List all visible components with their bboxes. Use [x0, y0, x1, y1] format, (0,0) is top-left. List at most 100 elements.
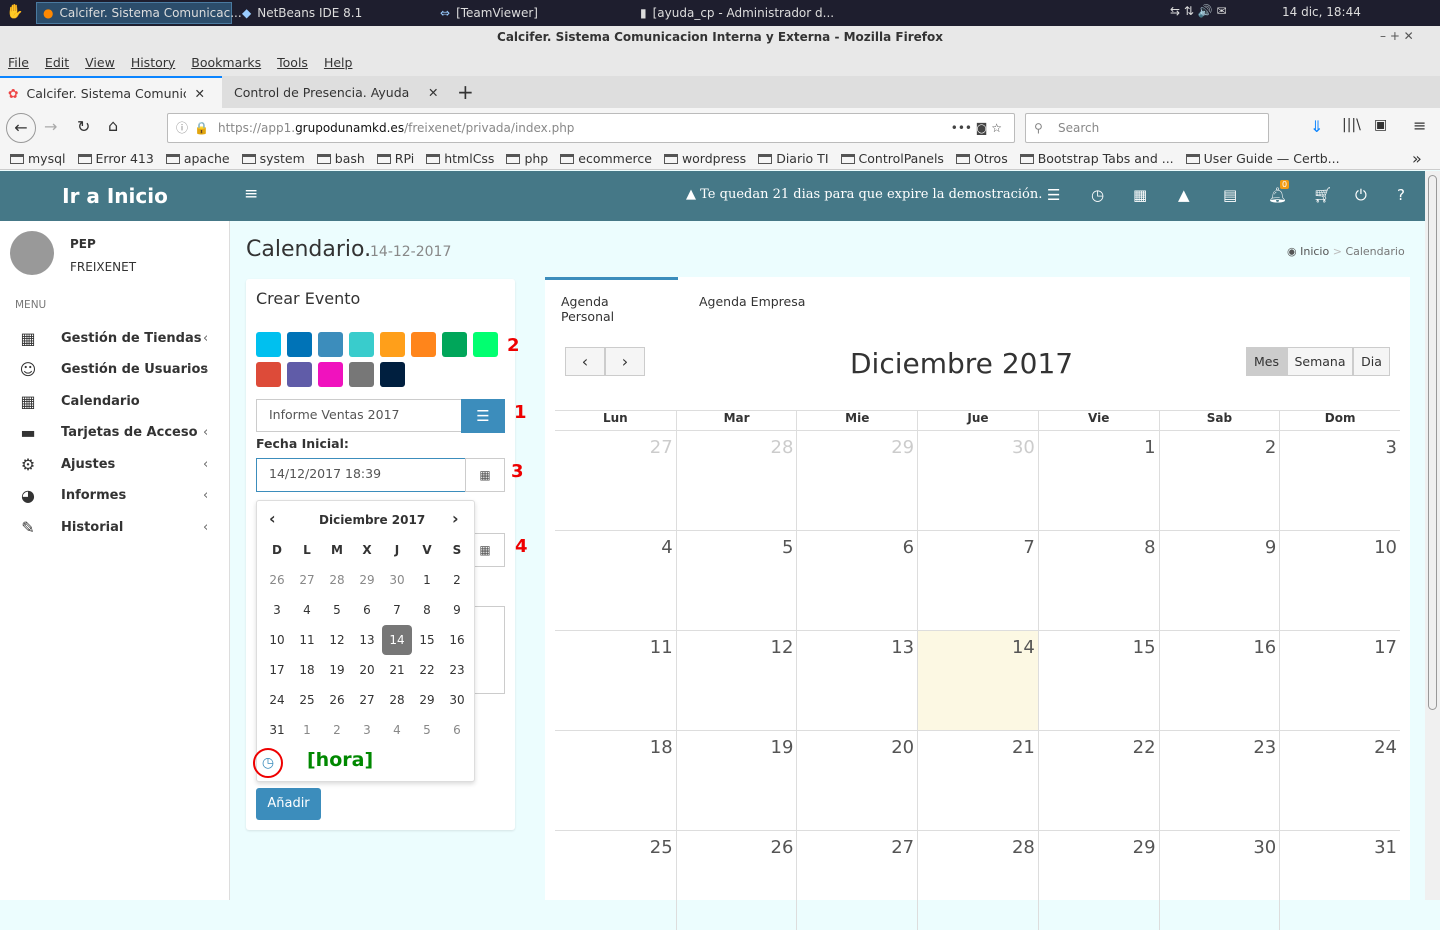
day-cell[interactable]: 22	[1037, 730, 1159, 830]
day-cell[interactable]: 29	[796, 430, 918, 530]
sidebar-item[interactable]: ☺ Gestión de Usuarios ‹	[0, 355, 230, 385]
info-icon[interactable]: ⓘ	[176, 114, 188, 142]
prev-button[interactable]: ‹	[565, 347, 605, 376]
tab-control-presencia[interactable]: Control de Presencia. Ayuda ✕	[226, 76, 448, 108]
bookmark-item[interactable]: Bootstrap Tabs and ...	[1019, 151, 1174, 166]
view-semana[interactable]: Semana	[1287, 347, 1353, 376]
color-swatch[interactable]	[442, 332, 467, 357]
menu-help[interactable]: Help	[324, 55, 353, 70]
day-cell[interactable]: 29	[352, 565, 382, 595]
home-button[interactable]: ⌂	[108, 116, 118, 135]
sidebar-item[interactable]: ▦ Gestión de Tiendas ‹	[0, 323, 230, 353]
day-cell[interactable]: 21	[917, 730, 1038, 830]
library-icon[interactable]: |||\	[1342, 117, 1361, 133]
day-cell[interactable]: 8	[1037, 530, 1159, 630]
bookmark-item[interactable]: ControlPanels	[840, 151, 944, 166]
day-cell[interactable]: 30	[1158, 830, 1280, 930]
bookmark-item[interactable]: apache	[165, 151, 230, 166]
page-actions-icon[interactable]: ••• ◙ ☆	[951, 114, 1002, 142]
color-swatch[interactable]	[318, 362, 343, 387]
day-cell[interactable]: 4	[555, 530, 676, 630]
day-cell[interactable]: 28	[382, 685, 412, 715]
day-cell[interactable]: 5	[322, 595, 352, 625]
day-cell[interactable]: 28	[917, 830, 1038, 930]
sidebar-toggle-icon[interactable]: ≡	[244, 184, 258, 204]
bookmark-item[interactable]: mysql	[10, 151, 66, 166]
selected-day[interactable]: 14	[382, 625, 412, 655]
cart-icon[interactable]: 🛒︎	[1313, 186, 1332, 204]
sidebar-item[interactable]: ▬ Tarjetas de Acceso ‹	[0, 418, 230, 448]
event-title-input[interactable]: Informe Ventas 2017	[256, 399, 462, 432]
day-cell[interactable]: 6	[442, 715, 472, 745]
day-cell[interactable]: 16	[442, 625, 472, 655]
day-cell[interactable]: 2	[442, 565, 472, 595]
day-cell[interactable]: 7	[382, 595, 412, 625]
day-cell[interactable]: 19	[675, 730, 797, 830]
road-icon[interactable]: ▲	[1178, 186, 1190, 204]
day-cell[interactable]: 9	[1158, 530, 1280, 630]
color-swatch[interactable]	[349, 362, 374, 387]
menu-edit[interactable]: Edit	[45, 55, 69, 70]
tab-agenda-empresa[interactable]: Agenda Empresa	[699, 294, 805, 309]
bookmark-item[interactable]: ecommerce	[560, 151, 652, 166]
page-scrollbar[interactable]	[1425, 171, 1440, 900]
day-cell[interactable]: 5	[412, 715, 442, 745]
day-cell[interactable]: 15	[1037, 630, 1159, 730]
close-tab-icon[interactable]: ✕	[194, 86, 204, 101]
url-bar[interactable]: ⓘ 🔒 https://app1.grupodunamkd.es/freixen…	[167, 113, 1015, 143]
download-icon[interactable]: ⇓	[1310, 117, 1323, 136]
sidebar-item[interactable]: ◕ Informes ‹	[0, 481, 230, 511]
calendar-check-icon[interactable]: ▦	[1133, 186, 1147, 204]
day-cell[interactable]: 27	[796, 830, 918, 930]
day-cell[interactable]: 2	[1158, 430, 1280, 530]
day-cell[interactable]: 3	[352, 715, 382, 745]
day-cell[interactable]: 30	[442, 685, 472, 715]
close-tab-icon[interactable]: ✕	[428, 85, 438, 100]
day-cell[interactable]: 27	[352, 685, 382, 715]
day-cell[interactable]: 31	[262, 715, 292, 745]
day-cell[interactable]: 16	[1158, 630, 1280, 730]
task-teamviewer[interactable]: ⇔ [TeamViewer]	[434, 2, 544, 24]
back-button[interactable]: ←	[6, 113, 36, 143]
task-netbeans[interactable]: ◆ NetBeans IDE 8.1	[236, 2, 368, 24]
day-cell[interactable]: 21	[382, 655, 412, 685]
more-bookmarks-icon[interactable]: »	[1412, 149, 1422, 168]
day-cell[interactable]: 8	[412, 595, 442, 625]
day-cell[interactable]: 6	[352, 595, 382, 625]
bookmark-item[interactable]: htmlCss	[426, 151, 494, 166]
day-cell[interactable]: 4	[382, 715, 412, 745]
start-menu-icon[interactable]: ✋	[6, 4, 23, 20]
day-cell[interactable]: 27	[292, 565, 322, 595]
bookmark-item[interactable]: bash	[316, 151, 365, 166]
day-cell[interactable]: 18	[555, 730, 676, 830]
day-cell[interactable]: 25	[292, 685, 322, 715]
day-cell[interactable]: 23	[442, 655, 472, 685]
day-cell[interactable]: 2	[322, 715, 352, 745]
day-cell[interactable]: 24	[1279, 730, 1400, 830]
day-cell[interactable]: 30	[382, 565, 412, 595]
color-swatch[interactable]	[473, 332, 498, 357]
new-tab-button[interactable]: +	[457, 80, 474, 104]
day-cell[interactable]: 31	[1279, 830, 1400, 930]
day-cell[interactable]: 9	[442, 595, 472, 625]
color-swatch[interactable]	[380, 362, 405, 387]
view-mes[interactable]: Mes	[1246, 347, 1287, 376]
anadir-button[interactable]: Añadir	[256, 788, 321, 820]
sidebar-item[interactable]: ⚙ Ajustes ‹	[0, 449, 230, 479]
menu-view[interactable]: View	[85, 55, 115, 70]
color-swatch[interactable]	[349, 332, 374, 357]
power-icon[interactable]: ⏻	[1355, 186, 1367, 204]
day-cell[interactable]: 26	[262, 565, 292, 595]
sidebar-icon[interactable]: ▣	[1374, 117, 1387, 133]
logo-link[interactable]: Ir a Inicio	[0, 171, 230, 221]
bookmark-item[interactable]: Error 413	[77, 151, 154, 166]
next-month-icon[interactable]: ›	[452, 509, 459, 528]
color-swatch[interactable]	[287, 362, 312, 387]
color-swatch[interactable]	[287, 332, 312, 357]
menu-file[interactable]: File	[8, 55, 29, 70]
day-cell[interactable]: 11	[292, 625, 322, 655]
day-cell[interactable]: 30	[917, 430, 1038, 530]
day-cell[interactable]: 6	[796, 530, 918, 630]
day-cell[interactable]: 23	[1158, 730, 1280, 830]
picker-month[interactable]: Diciembre 2017	[319, 513, 425, 527]
